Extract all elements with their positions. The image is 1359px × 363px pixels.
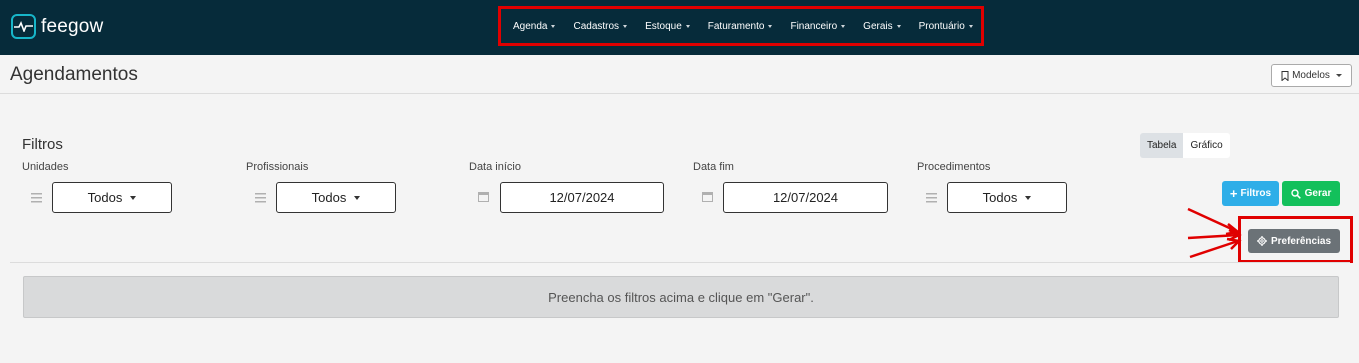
data-fim-input[interactable]: 12/07/2024 — [723, 182, 888, 213]
gerar-button-label: Gerar — [1304, 188, 1332, 199]
caret-down-icon — [896, 25, 901, 28]
caret-down-icon — [1335, 74, 1342, 77]
profissionais-label: Profissionais — [246, 161, 309, 173]
menu-item-estoque[interactable]: Estoque — [645, 21, 690, 32]
logo-text: feegow — [41, 15, 104, 37]
menu-item-prontuario[interactable]: Prontuário — [919, 21, 973, 32]
view-toggle: Tabela Gráfico — [1140, 133, 1230, 158]
menu-item-faturamento[interactable]: Faturamento — [708, 21, 773, 32]
tab-grafico[interactable]: Gráfico — [1183, 133, 1230, 158]
empty-state-message: Preencha os filtros acima e clique em "G… — [23, 276, 1339, 318]
data-inicio-value: 12/07/2024 — [549, 190, 615, 205]
data-inicio-input[interactable]: 12/07/2024 — [500, 182, 664, 213]
data-fim-label: Data fim — [693, 161, 734, 173]
divider — [0, 93, 1359, 94]
logo[interactable]: feegow — [11, 14, 103, 39]
heartbeat-icon — [11, 14, 36, 39]
caret-down-icon — [768, 25, 773, 28]
unidades-value: Todos — [87, 190, 123, 205]
filtros-button-label: Filtros — [1240, 188, 1272, 199]
data-inicio-label: Data início — [469, 161, 521, 173]
caret-down-icon — [130, 195, 137, 200]
preferences-button-label: Preferências — [1270, 235, 1332, 247]
tab-tabela[interactable]: Tabela — [1140, 133, 1184, 158]
caret-down-icon — [551, 25, 556, 28]
gear-icon — [1256, 236, 1267, 246]
menu-item-agenda[interactable]: Agenda — [513, 21, 556, 32]
procedimentos-select[interactable]: Todos — [947, 182, 1067, 213]
modelos-label: Modelos — [1292, 70, 1330, 81]
procedimentos-value: Todos — [982, 190, 1018, 205]
procedimentos-label: Procedimentos — [917, 161, 991, 173]
bookmark-icon — [1281, 70, 1289, 81]
unidades-select[interactable]: Todos — [52, 182, 172, 213]
modelos-button[interactable]: Modelos — [1271, 64, 1352, 87]
caret-down-icon — [623, 25, 628, 28]
caret-down-icon — [968, 25, 973, 28]
generate-button[interactable]: Gerar — [1282, 181, 1340, 206]
annotation-arrows — [1187, 207, 1242, 259]
divider — [10, 262, 1350, 263]
caret-down-icon — [685, 25, 690, 28]
unidades-label: Unidades — [22, 161, 69, 173]
profissionais-value: Todos — [311, 190, 347, 205]
caret-down-icon — [1025, 195, 1032, 200]
calendar-icon[interactable] — [478, 191, 489, 205]
page-title: Agendamentos — [10, 64, 138, 85]
data-fim-value: 12/07/2024 — [772, 190, 839, 205]
caret-down-icon — [841, 25, 846, 28]
preferences-button[interactable]: Preferências — [1248, 229, 1340, 253]
profissionais-select[interactable]: Todos — [276, 182, 396, 213]
search-icon — [1290, 188, 1301, 199]
filters-title: Filtros — [22, 136, 63, 153]
drag-handle-icon[interactable] — [31, 192, 42, 206]
calendar-icon[interactable] — [702, 191, 713, 205]
drag-handle-icon[interactable] — [926, 192, 937, 206]
plus-icon: + — [1229, 185, 1238, 201]
main-menu: Agenda Cadastros Estoque Faturamento Fin… — [513, 21, 991, 32]
add-filters-button[interactable]: + Filtros — [1222, 181, 1279, 206]
caret-down-icon — [354, 195, 361, 200]
menu-item-gerais[interactable]: Gerais — [863, 21, 901, 32]
menu-item-financeiro[interactable]: Financeiro — [790, 21, 846, 32]
drag-handle-icon[interactable] — [255, 192, 266, 206]
menu-item-cadastros[interactable]: Cadastros — [573, 21, 628, 32]
